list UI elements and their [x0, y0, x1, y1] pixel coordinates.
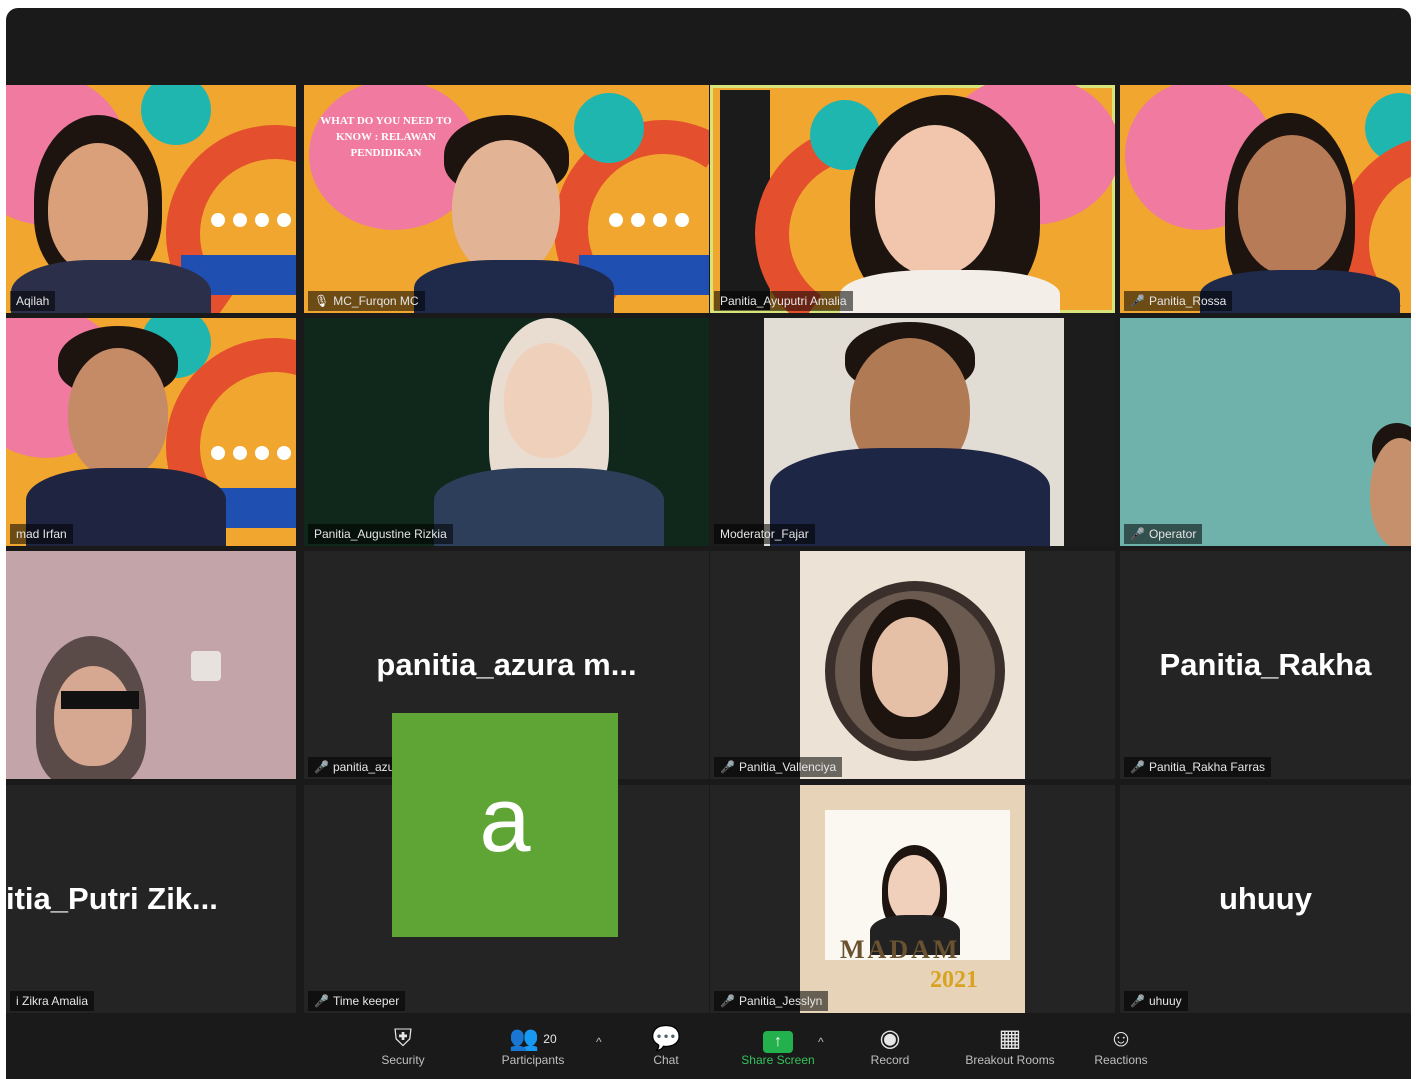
chat-bubble-icon: 💬 [651, 1025, 681, 1052]
name-tile-putri[interactable]: itia_Putri Zik... i Zikra Amalia [6, 785, 296, 1013]
record-label: Record [870, 1053, 910, 1067]
breakout-rooms-label: Breakout Rooms [965, 1053, 1055, 1067]
video-tile-ayuputri[interactable]: Panitia_Ayuputri Amalia [710, 85, 1115, 313]
breakout-rooms-button[interactable]: ▦ Breakout Rooms [950, 1025, 1070, 1067]
participant-display-name: panitia_azura m... [376, 647, 637, 682]
meeting-toolbar: ⛨ Security 👥 20 Participants ^ 💬 Chat ↑ S… [6, 1013, 1411, 1079]
frame-caption: MADAM [840, 935, 961, 964]
participant-avatar: a [392, 713, 618, 937]
slide-dots [609, 213, 689, 227]
slide-title: WHAT DO YOU NEED TO KNOW : RELAWAN PENDI… [320, 115, 452, 159]
share-screen-label: Share Screen [741, 1053, 815, 1067]
security-label: Security [381, 1053, 425, 1067]
participant-name-label: 🎤 Panitia_Jesslyn [714, 991, 829, 1011]
shield-icon: ⛨ [394, 1025, 412, 1052]
participants-label: Participants [501, 1053, 565, 1067]
video-tile-irfan[interactable]: mad Irfan [6, 318, 296, 546]
video-tile-mc-furqon[interactable]: WHAT DO YOU NEED TO KNOW : RELAWAN PENDI… [304, 85, 709, 313]
muted-mic-icon: 🎤 [1130, 294, 1145, 308]
zoom-meeting-window: Aqilah WHAT DO YOU NEED TO KNOW : RELAWA… [6, 8, 1411, 1079]
participant-name-label: 🎙 MC_Furqon MC [308, 291, 425, 311]
people-icon: 👥 20 [509, 1025, 557, 1052]
muted-mic-icon: 🎤 [720, 760, 735, 774]
security-button[interactable]: ⛨ Security [348, 1025, 458, 1067]
participant-name-label: 🎤 Panitia_Rossa [1124, 291, 1233, 311]
participant-display-name: itia_Putri Zik... [6, 881, 218, 916]
video-tile-aqilah[interactable]: Aqilah [6, 85, 296, 313]
participant-display-name: uhuuy [1219, 881, 1312, 916]
video-tile-rossa[interactable]: 🎤 Panitia_Rossa [1120, 85, 1411, 313]
smiley-icon: ☺ [1108, 1025, 1134, 1052]
participant-name-label: Panitia_Ayuputri Amalia [714, 291, 853, 311]
slide-dots [211, 446, 291, 460]
share-caret-icon[interactable]: ^ [818, 1035, 824, 1049]
grid-icon: ▦ [998, 1025, 1022, 1052]
share-screen-icon: ↑ [723, 1025, 833, 1053]
slide-decoration [141, 85, 211, 145]
participant-name-label: 🎤 Panitia_Rakha Farras [1124, 757, 1272, 777]
participant-name-label: Moderator_Fajar [714, 524, 815, 544]
participant-name-label: Panitia_Augustine Rizkia [308, 524, 453, 544]
video-tile-sunglasses[interactable] [6, 551, 296, 779]
muted-mic-icon: 🎤 [314, 994, 329, 1008]
video-tile-augustine[interactable]: Panitia_Augustine Rizkia [304, 318, 709, 546]
sunglasses-filter [61, 691, 139, 709]
muted-mic-icon: 🎤 [1130, 527, 1145, 541]
participants-caret-icon[interactable]: ^ [596, 1035, 602, 1049]
participants-count: 20 [543, 1032, 557, 1046]
participant-name-label: 🎤 uhuuy [1124, 991, 1188, 1011]
name-tile-uhuuy[interactable]: uhuuy 🎤 uhuuy [1120, 785, 1411, 1013]
muted-mic-icon: 🎤 [720, 994, 735, 1008]
record-icon: ◉ [879, 1025, 901, 1052]
participant-name-label: mad Irfan [10, 524, 73, 544]
participant-display-name: Panitia_Rakha [1159, 647, 1372, 682]
participant-name-label: 🎤 Panitia_Vallenciya [714, 757, 843, 777]
video-tile-jesslyn[interactable]: MADAM 2021 🎤 Panitia_Jesslyn [710, 785, 1115, 1013]
participant-name-label: i Zikra Amalia [10, 991, 95, 1011]
muted-mic-icon: 🎤 [1130, 994, 1145, 1008]
share-screen-button[interactable]: ↑ Share Screen [723, 1025, 833, 1067]
reactions-label: Reactions [1094, 1053, 1148, 1067]
microphone-icon: 🎙 [314, 294, 330, 308]
record-button[interactable]: ◉ Record [835, 1025, 945, 1067]
slide-decoration [574, 93, 644, 163]
wall-object [191, 651, 221, 681]
chat-button[interactable]: 💬 Chat [611, 1025, 721, 1067]
video-tile-vallenciya[interactable]: 🎤 Panitia_Vallenciya [710, 551, 1115, 779]
gallery-view: Aqilah WHAT DO YOU NEED TO KNOW : RELAWA… [6, 85, 1411, 1013]
video-tile-operator[interactable]: 🎤 Operator [1120, 318, 1411, 546]
frame-year: 2021 [930, 967, 978, 993]
slide-dots [211, 213, 291, 227]
participant-name-label: 🎤 Time keeper [308, 991, 406, 1011]
muted-mic-icon: 🎤 [314, 760, 329, 774]
name-tile-rakha[interactable]: Panitia_Rakha 🎤 Panitia_Rakha Farras [1120, 551, 1411, 779]
muted-mic-icon: 🎤 [1130, 760, 1145, 774]
reactions-button[interactable]: ☺ Reactions [1066, 1025, 1176, 1067]
chat-label: Chat [653, 1053, 679, 1067]
participant-name-label: 🎤 Operator [1124, 524, 1203, 544]
participant-name-label: Aqilah [10, 291, 56, 311]
video-tile-moderator-fajar[interactable]: Moderator_Fajar [710, 318, 1115, 546]
participants-button[interactable]: 👥 20 Participants [478, 1025, 588, 1067]
